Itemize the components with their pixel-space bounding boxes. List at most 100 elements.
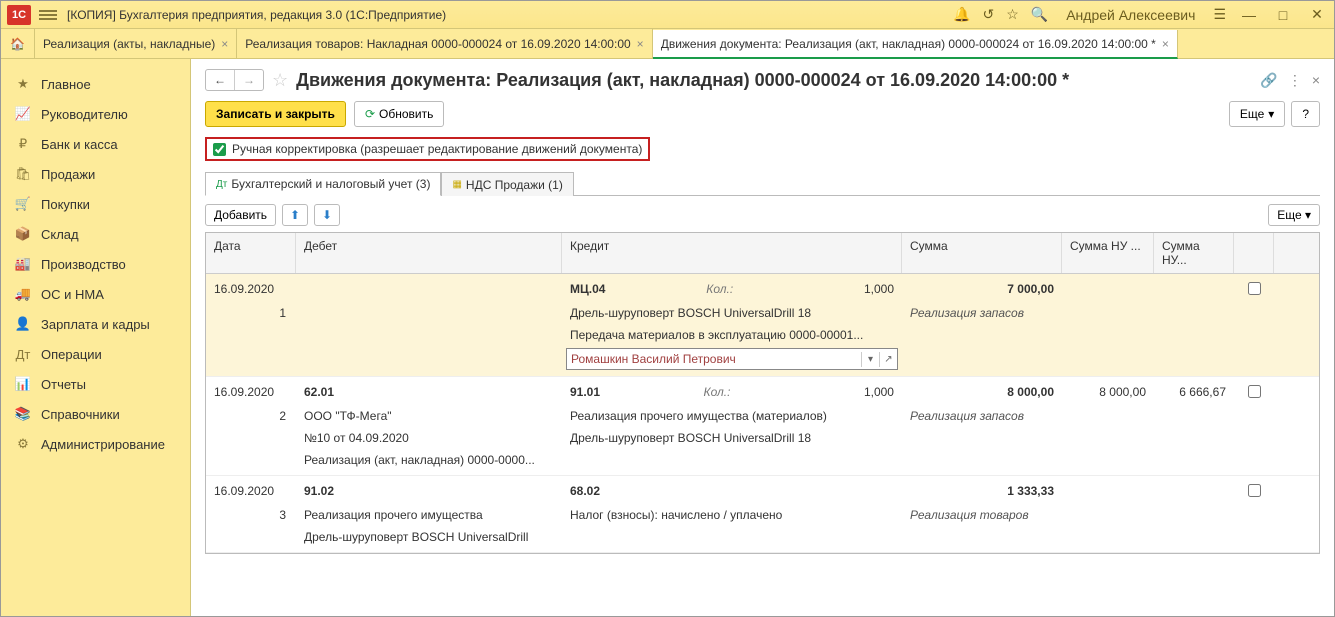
cell-sumnu1 [1062, 480, 1154, 504]
hamburger-icon[interactable] [39, 8, 57, 22]
sidebar-item-label: Справочники [41, 407, 120, 422]
user-name[interactable]: Андрей Алексеевич [1066, 7, 1195, 23]
tab-invoice[interactable]: Реализация товаров: Накладная 0000-00002… [237, 29, 652, 58]
sidebar-item-label: Администрирование [41, 437, 165, 452]
close-icon[interactable]: × [221, 37, 228, 51]
app-logo: 1C [7, 5, 31, 25]
tab-label: Реализация товаров: Накладная 0000-00002… [245, 37, 630, 51]
tab-label: Реализация (акты, накладные) [43, 37, 215, 51]
sidebar-item-sales[interactable]: 🛍Продажи [1, 159, 190, 189]
grid-header: Дата Дебет Кредит Сумма Сумма НУ ... Сум… [206, 233, 1319, 274]
forward-button[interactable]: → [235, 70, 263, 90]
chart-icon: 📈 [15, 106, 31, 122]
table-row[interactable]: 16.09.2020 МЦ.04Кол.:1,000 7 000,00 1 Др… [206, 274, 1319, 377]
close-button[interactable]: ✕ [1306, 6, 1328, 23]
save-close-button[interactable]: Записать и закрыть [205, 101, 346, 127]
cell-debit-acc: 91.02 [296, 480, 562, 504]
sidebar-item-label: Склад [41, 227, 79, 242]
manual-correction-row: Ручная корректировка (разрешает редактир… [205, 137, 650, 161]
more-label: Еще [1240, 107, 1264, 121]
more-icon[interactable]: ⋮ [1288, 72, 1302, 89]
subkonto-input[interactable] [567, 349, 861, 369]
table-row[interactable]: 16.09.2020 91.02 68.02 1 333,33 3 Реализ… [206, 476, 1319, 553]
close-icon[interactable]: × [1162, 37, 1169, 51]
cell-sum: 7 000,00 [902, 278, 1062, 302]
bell-icon[interactable]: 🔔 [953, 6, 970, 23]
tab-vat-sales[interactable]: ▦НДС Продажи (1) [441, 172, 573, 196]
cell-sum-desc: Реализация запасов [902, 302, 1062, 324]
refresh-icon: ⟳ [365, 107, 375, 121]
journal-icon: Дт [216, 179, 227, 190]
table-row[interactable]: 16.09.2020 62.01 91.01Кол.:1,000 8 000,0… [206, 377, 1319, 476]
cell-credit-desc [562, 449, 902, 471]
sidebar-item-bank[interactable]: ₽Банк и касса [1, 129, 190, 159]
maximize-button[interactable]: □ [1272, 7, 1294, 23]
row-checkbox[interactable] [1248, 484, 1261, 497]
star-icon[interactable]: ☆ [1006, 6, 1019, 23]
sidebar-item-operations[interactable]: ДтОперации [1, 339, 190, 369]
minimize-button[interactable]: — [1238, 7, 1260, 23]
col-sumnu1[interactable]: Сумма НУ ... [1062, 233, 1154, 273]
cell-debit-desc: Реализация (акт, накладная) 0000-0000... [296, 449, 562, 471]
tab-movements[interactable]: Движения документа: Реализация (акт, нак… [653, 30, 1178, 59]
add-row-button[interactable]: Добавить [205, 204, 276, 226]
row-checkbox[interactable] [1248, 385, 1261, 398]
cell-rownum: 1 [206, 302, 296, 324]
cart-icon: 🛒 [15, 196, 31, 212]
sidebar-item-manager[interactable]: 📈Руководителю [1, 99, 190, 129]
cell-debit-desc: Дрель-шуруповерт BOSCH UniversalDrill [296, 526, 562, 548]
tab-label: НДС Продажи (1) [466, 178, 563, 192]
settings-icon[interactable]: ☰ [1213, 6, 1226, 23]
sidebar-item-salary[interactable]: 👤Зарплата и кадры [1, 309, 190, 339]
cell-rownum [206, 449, 296, 471]
col-debit[interactable]: Дебет [296, 233, 562, 273]
sidebar-item-purchases[interactable]: 🛒Покупки [1, 189, 190, 219]
sidebar-item-label: ОС и НМА [41, 287, 104, 302]
row-checkbox[interactable] [1248, 282, 1261, 295]
refresh-button[interactable]: ⟳Обновить [354, 101, 444, 127]
cell-debit-acc: 62.01 [296, 381, 562, 405]
link-icon[interactable]: 🔗 [1260, 72, 1277, 89]
sidebar-item-reports[interactable]: 📊Отчеты [1, 369, 190, 399]
sidebar-item-label: Главное [41, 77, 91, 92]
sidebar-item-production[interactable]: 🏭Производство [1, 249, 190, 279]
cell-credit-acc: 91.01Кол.:1,000 [562, 381, 902, 405]
cell-checkbox[interactable] [1234, 278, 1274, 302]
col-sum[interactable]: Сумма [902, 233, 1062, 273]
help-button[interactable]: ? [1291, 101, 1320, 127]
col-credit[interactable]: Кредит [562, 233, 902, 273]
col-sumnu2[interactable]: Сумма НУ... [1154, 233, 1234, 273]
tab-label: Бухгалтерский и налоговый учет (3) [231, 177, 430, 191]
favorite-star-icon[interactable]: ☆ [272, 70, 288, 91]
more-button[interactable]: Еще ▾ [1229, 101, 1285, 127]
sidebar-item-label: Банк и касса [41, 137, 118, 152]
table-more-button[interactable]: Еще ▾ [1268, 204, 1320, 226]
star-icon: ★ [15, 76, 31, 92]
sidebar-item-admin[interactable]: ⚙Администрирование [1, 429, 190, 459]
open-button[interactable]: ↗ [879, 352, 897, 367]
cell-rownum [206, 324, 296, 346]
close-page-button[interactable]: × [1312, 72, 1320, 88]
search-icon[interactable]: 🔍 [1031, 6, 1048, 23]
home-button[interactable]: 🏠 [1, 29, 35, 58]
cell-checkbox[interactable] [1234, 480, 1274, 504]
tab-realizations-list[interactable]: Реализация (акты, накладные) × [35, 29, 237, 58]
cell-sum-desc [902, 449, 1062, 471]
factory-icon: 🏭 [15, 256, 31, 272]
back-button[interactable]: ← [206, 70, 235, 90]
sidebar-item-assets[interactable]: 🚚ОС и НМА [1, 279, 190, 309]
close-icon[interactable]: × [637, 37, 644, 51]
move-up-button[interactable]: ⬆ [282, 204, 308, 226]
cell-checkbox[interactable] [1234, 381, 1274, 405]
sidebar-item-warehouse[interactable]: 📦Склад [1, 219, 190, 249]
cell-rownum [206, 427, 296, 449]
history-icon[interactable]: ↺ [982, 6, 994, 23]
col-date[interactable]: Дата [206, 233, 296, 273]
sidebar-item-directories[interactable]: 📚Справочники [1, 399, 190, 429]
dropdown-button[interactable]: ▾ [861, 352, 879, 367]
subkonto-edit-cell[interactable]: ▾ ↗ [566, 348, 898, 370]
move-down-button[interactable]: ⬇ [314, 204, 340, 226]
tab-accounting[interactable]: Дт Бухгалтерский и налоговый учет (3) [205, 172, 441, 196]
manual-correction-checkbox[interactable] [213, 143, 226, 156]
sidebar-item-main[interactable]: ★ Главное [1, 69, 190, 99]
